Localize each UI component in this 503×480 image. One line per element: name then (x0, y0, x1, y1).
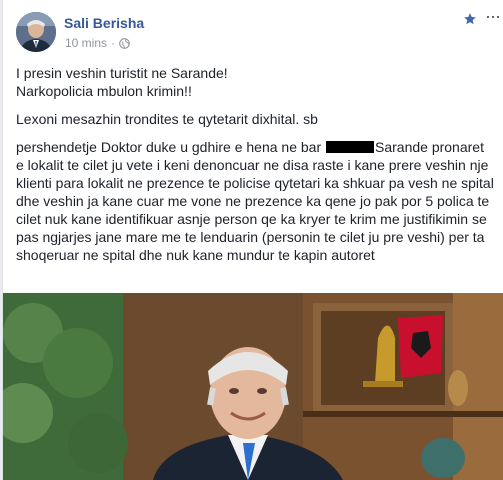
post-line-1: I presin veshin turistit ne Sarande! (16, 65, 228, 81)
post-line-2: Narkopolicia mbulon krimin!! (16, 83, 192, 99)
post-timestamp[interactable]: 10 mins (65, 36, 107, 50)
post-meta: 10 mins · (65, 36, 130, 52)
message-part-2: Sarande pronaret e lokalit te cilet ju v… (16, 139, 494, 263)
globe-icon[interactable] (119, 38, 130, 52)
star-icon[interactable] (463, 12, 477, 31)
more-options-icon[interactable]: ··· (485, 6, 501, 27)
post-line-3: Lexoni mesazhin trondites te qytetarit d… (16, 111, 318, 127)
redaction-box (326, 141, 374, 153)
post-author-name[interactable]: Sali Berisha (64, 15, 144, 31)
post-text: I presin veshin turistit ne Sarande! Nar… (16, 64, 494, 264)
meta-separator: · (111, 36, 116, 50)
author-avatar[interactable] (16, 12, 56, 52)
facebook-post-card: Sali Berisha 10 mins · ··· I presin veshi… (2, 0, 503, 480)
post-message: pershendetje Doktor duke u gdhire e hena… (16, 138, 494, 264)
post-photo[interactable] (3, 293, 503, 480)
message-part-1: pershendetje Doktor duke u gdhire e hena… (16, 139, 325, 155)
